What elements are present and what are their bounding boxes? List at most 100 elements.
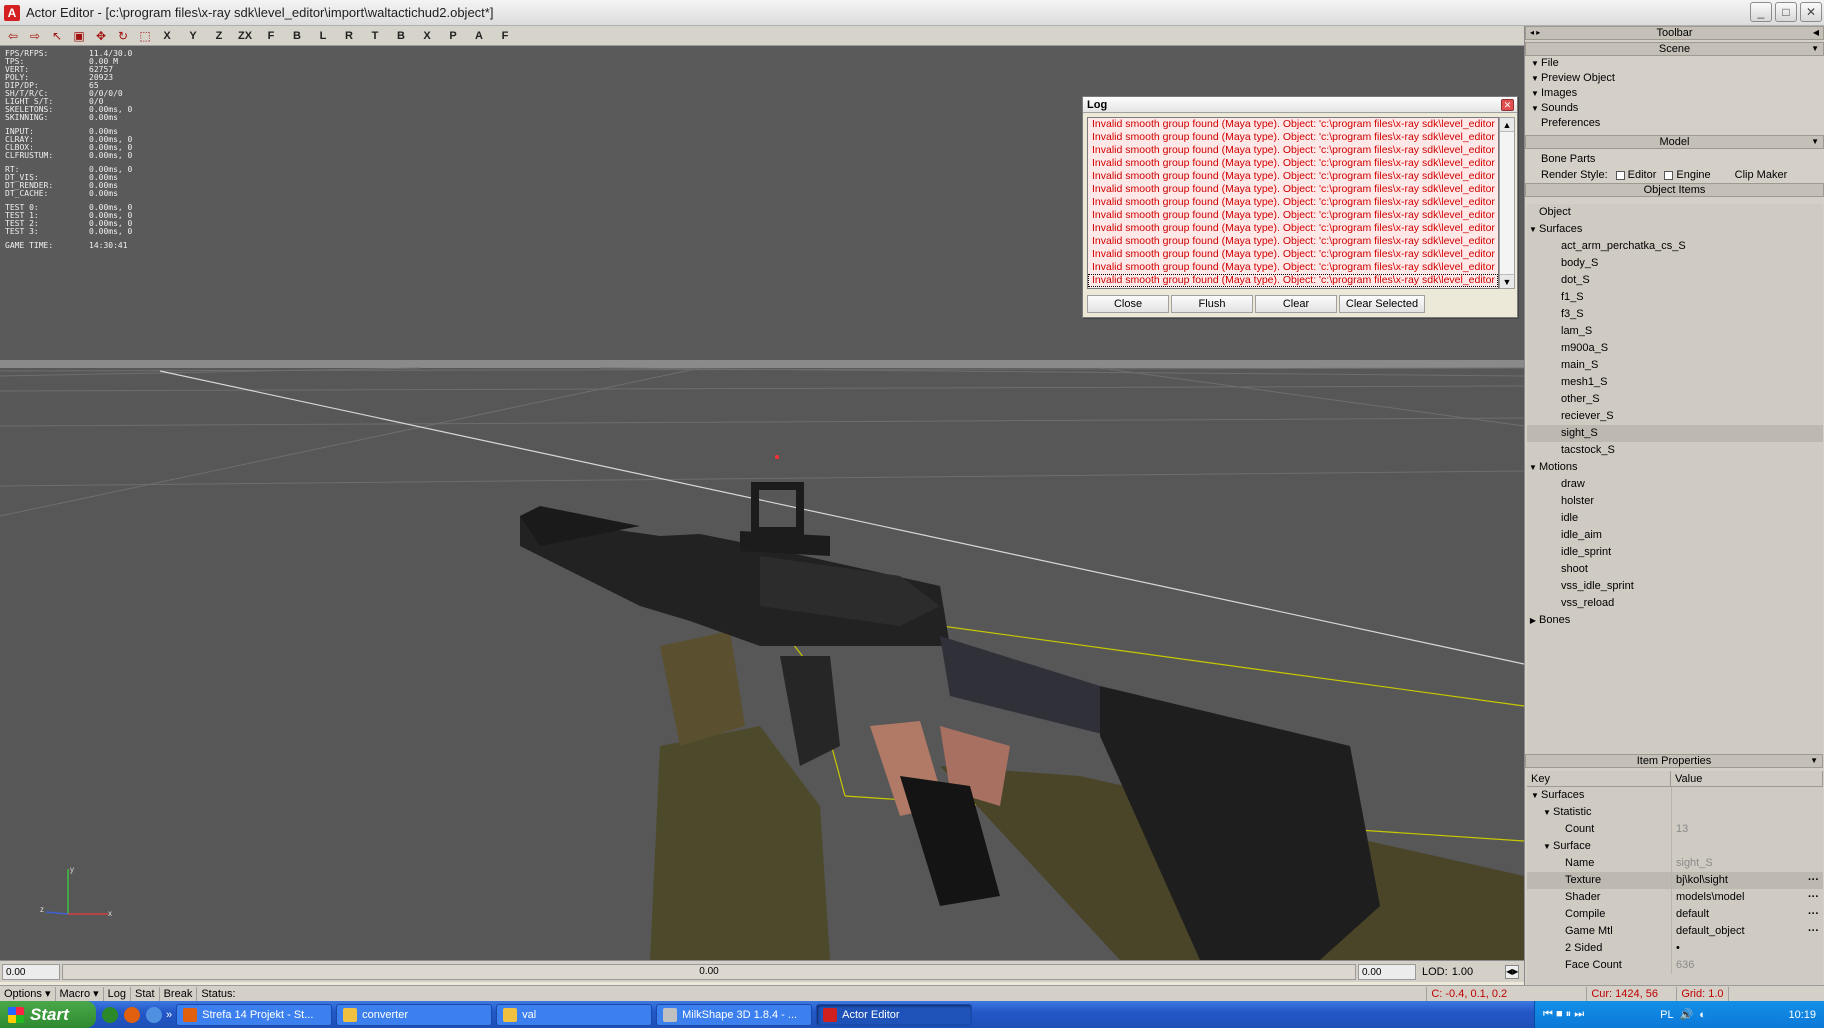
ellipsis-icon[interactable]: ··· <box>1808 923 1819 940</box>
property-value[interactable]: models\model <box>1676 891 1744 903</box>
tree-toggle-icon[interactable]: ▶ <box>1527 612 1539 629</box>
chevron-down-icon[interactable]: ▼ <box>1811 136 1819 148</box>
lod-arrows-icon[interactable]: ◀▶ <box>1505 964 1520 979</box>
log-scrollbar[interactable]: ▲ ▼ <box>1499 117 1515 289</box>
log-line[interactable]: Invalid smooth group found (Maya type). … <box>1088 144 1498 157</box>
chevron-down-icon[interactable]: ▼ <box>1811 43 1819 55</box>
log-line[interactable]: Invalid smooth group found (Maya type). … <box>1088 274 1498 287</box>
property-row[interactable]: Face Count 636 <box>1527 957 1823 974</box>
property-row[interactable]: Game Mtl default_object ··· <box>1527 923 1823 940</box>
property-value[interactable]: • <box>1676 942 1680 954</box>
taskbar-button[interactable]: val <box>496 1003 653 1026</box>
property-row[interactable]: ▼ Statistic <box>1527 804 1823 821</box>
log-line[interactable]: Invalid smooth group found (Maya type). … <box>1088 118 1498 131</box>
property-row[interactable]: 2 Sided • <box>1527 940 1823 957</box>
toolbar-button[interactable]: B <box>392 28 410 44</box>
ellipsis-icon[interactable]: ··· <box>1808 906 1819 923</box>
log-clear-button[interactable]: Clear <box>1255 295 1337 313</box>
tree-item[interactable]: act_arm_perchatka_cs_S <box>1527 238 1823 255</box>
taskbar-button[interactable]: converter <box>336 1003 493 1026</box>
quicklaunch-icon[interactable] <box>102 1006 118 1023</box>
macro-menu[interactable]: Macro ▾ <box>56 986 104 1001</box>
tree-item[interactable]: other_S <box>1527 391 1823 408</box>
scroll-up-icon[interactable]: ▲ <box>1500 118 1514 132</box>
tree-item[interactable]: idle_sprint <box>1527 544 1823 561</box>
tree-item[interactable]: idle_aim <box>1527 527 1823 544</box>
select-icon[interactable]: ↖ <box>48 28 66 44</box>
property-row[interactable]: Texture bj\kol\sight ··· <box>1527 872 1823 889</box>
pin-icon[interactable]: ◂ ▸ <box>1530 27 1540 39</box>
time-start[interactable]: 0.00 <box>2 963 60 980</box>
scale-icon[interactable]: ⬚ <box>136 28 154 44</box>
tree-item[interactable]: main_S <box>1527 357 1823 374</box>
property-value[interactable]: default_object <box>1676 925 1745 937</box>
lod-value[interactable]: 1.00 <box>1452 966 1473 978</box>
model-section-header[interactable]: Model ▼ <box>1525 135 1824 149</box>
clip-maker-button[interactable]: Clip Maker <box>1735 167 1788 183</box>
scene-menu-item[interactable]: Preferences <box>1525 116 1824 131</box>
log-line[interactable]: Invalid smooth group found (Maya type). … <box>1088 235 1498 248</box>
property-value[interactable]: bj\kol\sight <box>1676 874 1728 886</box>
tree-item[interactable]: ▼ Surfaces <box>1527 221 1823 238</box>
property-value[interactable]: default <box>1676 908 1709 920</box>
render-style-engine[interactable]: Engine <box>1664 167 1711 183</box>
minimize-button[interactable]: _ <box>1750 2 1772 22</box>
log-flush-button[interactable]: Flush <box>1171 295 1253 313</box>
toolbar-button[interactable]: T <box>366 28 384 44</box>
property-row[interactable]: Compile default ··· <box>1527 906 1823 923</box>
tree-item[interactable]: Object <box>1527 204 1823 221</box>
network-icon[interactable]: ◐ <box>1699 1009 1706 1021</box>
tree-item[interactable]: sight_S <box>1527 425 1823 442</box>
scroll-down-icon[interactable]: ▼ <box>1500 274 1514 288</box>
toolbar-section-header[interactable]: ◂ ▸ Toolbar ◀ <box>1525 26 1824 40</box>
tree-item[interactable]: vss_idle_sprint <box>1527 578 1823 595</box>
toolbar-button[interactable]: X <box>418 28 436 44</box>
tree-item[interactable]: m900a_S <box>1527 340 1823 357</box>
tree-item[interactable]: holster <box>1527 493 1823 510</box>
bone-parts-button[interactable]: Bone Parts <box>1525 152 1824 167</box>
media-player-icon[interactable]: ⏮ ■ ⏸ ⏭ <box>1543 1008 1584 1021</box>
object-tree[interactable]: Object ▼ Surfaces act_arm_perchatka_cs_S bod… <box>1527 204 1823 764</box>
item-properties[interactable]: Key Value ▼ Surfaces ▼ Statistic Count 13 ▼ Sur… <box>1527 771 1823 985</box>
tree-item[interactable]: reciever_S <box>1527 408 1823 425</box>
render-style-editor[interactable]: Editor <box>1615 167 1656 183</box>
chevron-down-icon[interactable]: ▼ <box>1810 755 1818 767</box>
log-line[interactable]: Invalid smooth group found (Maya type). … <box>1088 222 1498 235</box>
firefox-icon[interactable] <box>124 1006 140 1023</box>
tree-item[interactable]: vss_reload <box>1527 595 1823 612</box>
time-slider[interactable]: 0.00 <box>62 963 1356 980</box>
toolbar-button[interactable]: F <box>262 28 280 44</box>
undo-icon[interactable]: ⇦ <box>4 28 22 44</box>
property-row[interactable]: ▼ Surface <box>1527 838 1823 855</box>
tree-item[interactable]: draw <box>1527 476 1823 493</box>
scene-section-header[interactable]: Scene ▼ <box>1525 42 1824 56</box>
property-row[interactable]: Shader models\model ··· <box>1527 889 1823 906</box>
toolbar-button[interactable]: X <box>158 28 176 44</box>
ellipsis-icon[interactable]: ··· <box>1808 872 1819 889</box>
property-row[interactable]: Count 13 <box>1527 821 1823 838</box>
rotate-icon[interactable]: ↻ <box>114 28 132 44</box>
stat-button[interactable]: Stat <box>131 986 160 1001</box>
tree-toggle-icon[interactable]: ▼ <box>1541 804 1553 821</box>
tree-toggle-icon[interactable]: ▼ <box>1529 787 1541 804</box>
property-row[interactable]: Name sight_S <box>1527 855 1823 872</box>
log-line[interactable]: Invalid smooth group found (Maya type). … <box>1088 261 1498 274</box>
maximize-button[interactable]: □ <box>1775 2 1797 22</box>
volume-icon[interactable]: 🔊 <box>1680 1008 1694 1021</box>
tree-toggle-icon[interactable]: ▼ <box>1541 838 1553 855</box>
toolbar-button[interactable]: Y <box>184 28 202 44</box>
tree-item[interactable]: ▶ Bones <box>1527 612 1823 629</box>
property-value[interactable]: 636 <box>1676 959 1694 971</box>
tree-item[interactable]: ▼ Motions <box>1527 459 1823 476</box>
add-icon[interactable]: ▣ <box>70 28 88 44</box>
tree-item[interactable]: dot_S <box>1527 272 1823 289</box>
toolbar-button[interactable]: B <box>288 28 306 44</box>
scene-menu-item[interactable]: ▼ Preview Object <box>1525 71 1824 86</box>
tree-item[interactable]: f1_S <box>1527 289 1823 306</box>
log-close-icon[interactable]: ✕ <box>1501 99 1514 111</box>
toolbar-button[interactable]: L <box>314 28 332 44</box>
ie-icon[interactable] <box>146 1006 162 1023</box>
tree-toggle-icon[interactable]: ▼ <box>1527 459 1539 476</box>
log-line[interactable]: Invalid smooth group found (Maya type). … <box>1088 170 1498 183</box>
log-line[interactable]: Invalid smooth group found (Maya type). … <box>1088 209 1498 222</box>
